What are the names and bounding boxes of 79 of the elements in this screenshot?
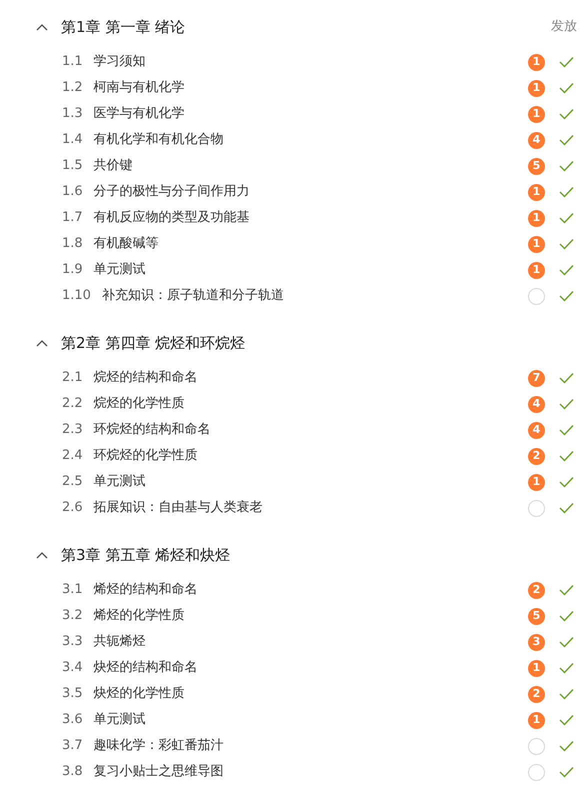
empty-circle-icon xyxy=(528,288,545,304)
lesson-title[interactable]: 有机化学和有机化合物 xyxy=(94,130,224,150)
lesson-number: 3.4 xyxy=(62,659,83,678)
lesson-title[interactable]: 补充知识：原子轨道和分子轨道 xyxy=(102,286,284,306)
count-badge: 1 xyxy=(528,54,545,70)
count-badge: 1 xyxy=(528,712,545,728)
lesson-number: 1.3 xyxy=(62,105,83,124)
lesson-title[interactable]: 炔烃的化学性质 xyxy=(94,684,185,704)
lesson-number: 1.2 xyxy=(62,79,83,98)
count-badge: 4 xyxy=(528,422,545,438)
lesson-title[interactable]: 复习小贴士之思维导图 xyxy=(94,762,224,782)
collapse-caret-icon[interactable] xyxy=(36,551,48,559)
count-badge: 1 xyxy=(528,210,545,226)
count-badge: 4 xyxy=(528,396,545,412)
lesson-title[interactable]: 分子的极性与分子间作用力 xyxy=(94,182,250,202)
lesson-number: 2.3 xyxy=(62,421,83,440)
distribute-link[interactable]: 发放 xyxy=(551,17,577,37)
lesson-number: 1.1 xyxy=(62,53,83,72)
lesson-number: 3.8 xyxy=(62,763,83,782)
count-badge: 1 xyxy=(528,236,545,252)
count-badge: 1 xyxy=(528,262,545,278)
collapse-caret-icon[interactable] xyxy=(36,339,48,347)
lesson-number: 3.2 xyxy=(62,607,83,626)
lesson-title[interactable]: 柯南与有机化学 xyxy=(94,78,185,98)
lesson-title[interactable]: 医学与有机化学 xyxy=(94,104,185,124)
lesson-title[interactable]: 有机酸碱等 xyxy=(94,234,159,254)
count-badge: 2 xyxy=(528,582,545,598)
collapse-caret-icon[interactable] xyxy=(36,23,48,31)
lesson-number: 2.4 xyxy=(62,447,83,466)
lesson-number: 1.9 xyxy=(62,261,83,280)
lesson-title[interactable]: 炔烃的结构和命名 xyxy=(94,658,198,678)
count-badge: 5 xyxy=(528,608,545,624)
lesson-title[interactable]: 烷烃的结构和命名 xyxy=(94,368,198,388)
lesson-number: 3.3 xyxy=(62,633,83,652)
lesson-title[interactable]: 趣味化学：彩虹番茄汁 xyxy=(94,736,224,756)
lesson-title[interactable]: 学习须知 xyxy=(94,52,146,72)
lesson-number: 2.5 xyxy=(62,473,83,492)
lesson-title[interactable]: 烯烃的结构和命名 xyxy=(94,580,198,600)
count-badge: 1 xyxy=(528,474,545,490)
empty-circle-icon xyxy=(528,500,545,516)
lesson-number: 3.7 xyxy=(62,737,83,756)
lesson-title[interactable]: 单元测试 xyxy=(94,710,146,730)
lesson-number: 3.1 xyxy=(62,581,83,600)
count-badge: 1 xyxy=(528,184,545,200)
count-badge: 4 xyxy=(528,132,545,148)
lesson-title[interactable]: 烯烃的化学性质 xyxy=(94,606,185,626)
count-badge: 5 xyxy=(528,158,545,174)
chapter-title: 第2章 第四章 烷烃和环烷烃 xyxy=(61,332,246,354)
lesson-number: 2.2 xyxy=(62,395,83,414)
lesson-title[interactable]: 单元测试 xyxy=(94,260,146,280)
count-badge: 1 xyxy=(528,660,545,676)
count-badge: 1 xyxy=(528,106,545,122)
empty-circle-icon xyxy=(528,738,545,754)
lesson-number: 2.1 xyxy=(62,369,83,388)
count-badge: 1 xyxy=(528,80,545,96)
lesson-title[interactable]: 单元测试 xyxy=(94,472,146,492)
chapter-title: 第1章 第一章 绪论 xyxy=(61,16,186,38)
lesson-title[interactable]: 环烷烃的化学性质 xyxy=(94,446,198,466)
count-badge: 3 xyxy=(528,634,545,650)
lesson-title[interactable]: 环烷烃的结构和命名 xyxy=(94,420,211,440)
count-badge: 7 xyxy=(528,370,545,386)
lesson-number: 1.6 xyxy=(62,183,83,202)
count-badge: 2 xyxy=(528,686,545,702)
lesson-title[interactable]: 烷烃的化学性质 xyxy=(94,394,185,414)
lesson-number: 1.10 xyxy=(62,287,91,306)
chapter-title: 第3章 第五章 烯烃和炔烃 xyxy=(61,544,230,566)
lesson-number: 3.6 xyxy=(62,711,83,730)
count-badge: 2 xyxy=(528,448,545,464)
lesson-number: 1.4 xyxy=(62,131,83,150)
lesson-title[interactable]: 有机反应物的类型及功能基 xyxy=(94,208,250,228)
lesson-number: 1.5 xyxy=(62,157,83,176)
lesson-number: 2.6 xyxy=(62,499,83,518)
lesson-number: 1.8 xyxy=(62,235,83,254)
lesson-number: 1.7 xyxy=(62,209,83,228)
lesson-title[interactable]: 拓展知识：自由基与人类衰老 xyxy=(94,498,263,518)
empty-circle-icon xyxy=(528,764,545,780)
lesson-title[interactable]: 共价键 xyxy=(94,156,133,176)
lesson-number: 3.5 xyxy=(62,685,83,704)
lesson-title[interactable]: 共轭烯烃 xyxy=(94,632,146,652)
